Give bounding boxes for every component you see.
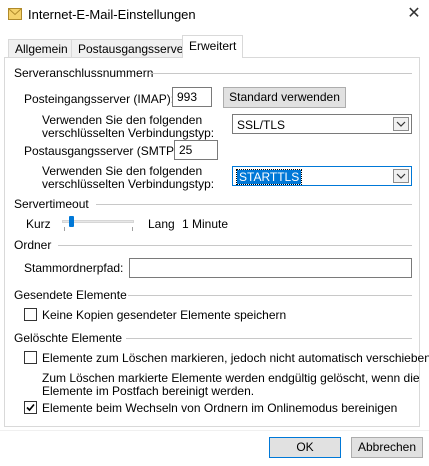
slider-thumb[interactable] (69, 216, 74, 227)
separator (126, 338, 412, 339)
incoming-server-label: Posteingangsserver (IMAP): (24, 92, 175, 106)
deletion-note-line1: Zum Löschen markierte Elemente werden en… (42, 371, 420, 385)
encryption-in-value: SSL/TLS (237, 118, 286, 132)
root-folder-label: Stammordnerpfad: (24, 261, 124, 275)
ok-button[interactable]: OK (269, 437, 341, 458)
use-default-button[interactable]: Standard verwenden (223, 87, 346, 108)
timeout-slider[interactable] (62, 214, 134, 232)
mark-for-deletion-checkbox[interactable] (24, 351, 37, 364)
group-title-timeout: Servertimeout (14, 197, 89, 211)
purge-on-switch-label[interactable]: Elemente beim Wechseln von Ordnern im On… (42, 401, 397, 415)
envelope-icon (8, 8, 22, 20)
no-copies-checkbox[interactable] (24, 308, 37, 321)
timeout-long-label: Lang (148, 217, 175, 231)
separator (150, 73, 412, 74)
separator (58, 245, 412, 246)
timeout-value: 1 Minute (182, 217, 229, 231)
window-title: Internet-E-Mail-Einstellungen (28, 7, 196, 22)
tab-allgemein[interactable]: Allgemein (8, 39, 72, 57)
close-icon[interactable]: ✕ (404, 4, 424, 24)
encryption-out-label-line1: Verwenden Sie den folgenden (42, 164, 203, 178)
group-title-server-ports: Serveranschlussnummern (14, 66, 154, 80)
root-folder-input[interactable] (129, 258, 412, 278)
incoming-port-input[interactable] (172, 87, 212, 107)
purge-on-switch-checkbox[interactable] (24, 401, 37, 414)
deletion-note-line2: Elemente im Postfach bereinigt werden. (42, 384, 255, 398)
outgoing-port-input[interactable] (174, 140, 218, 160)
checkmark-icon (26, 403, 35, 412)
encryption-out-label-line2: verschlüsselten Verbindungstyp: (42, 177, 215, 191)
tab-postausgangsserver[interactable]: Postausgangsserver (71, 39, 187, 57)
encryption-in-select[interactable]: SSL/TLS (232, 114, 412, 134)
group-title-deleted: Gelöschte Elemente (14, 331, 123, 345)
slider-tick (132, 227, 133, 231)
encryption-out-select[interactable]: STARTTLS (232, 166, 412, 186)
separator (96, 204, 412, 205)
footer-divider (0, 430, 429, 431)
group-title-folders: Ordner (14, 238, 52, 252)
chevron-down-icon[interactable] (393, 169, 409, 183)
outgoing-server-label: Postausgangsserver (SMTP): (24, 144, 182, 158)
encryption-in-label-line1: Verwenden Sie den folgenden (42, 113, 203, 127)
encryption-in-label-line2: verschlüsselten Verbindungstyp: (42, 126, 215, 140)
tab-erweitert[interactable]: Erweitert (182, 35, 243, 58)
no-copies-label[interactable]: Keine Kopien gesendeter Elemente speiche… (42, 308, 286, 322)
encryption-out-value: STARTTLS (235, 169, 303, 185)
mark-for-deletion-label[interactable]: Elemente zum Löschen markieren, jedoch n… (42, 351, 429, 365)
chevron-down-icon[interactable] (393, 117, 409, 131)
timeout-short-label: Kurz (26, 217, 51, 231)
separator (128, 295, 412, 296)
cancel-button[interactable]: Abbrechen (351, 437, 423, 458)
group-title-sent: Gesendete Elemente (14, 288, 127, 302)
slider-tick (64, 227, 65, 231)
